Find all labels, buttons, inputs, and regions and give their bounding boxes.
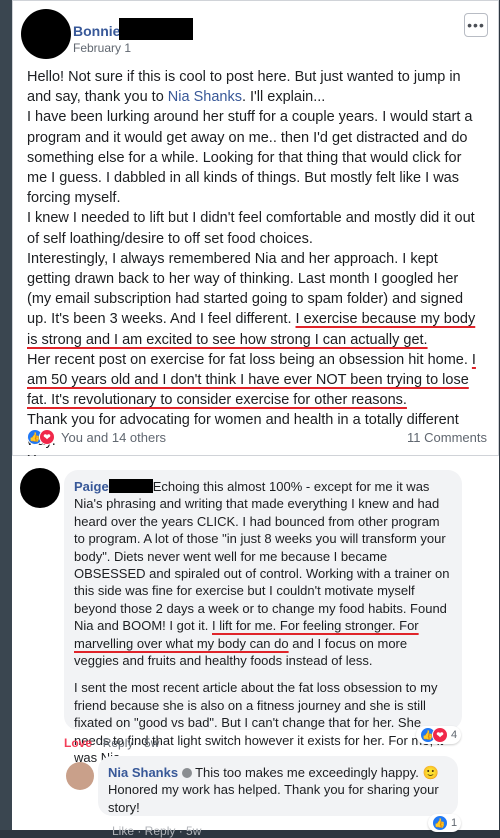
love-reaction-icon: ❤ bbox=[432, 727, 448, 743]
post-paragraph: I have been lurking around her stuff for… bbox=[27, 109, 473, 207]
reply-reaction-count: 1 bbox=[451, 817, 458, 829]
more-options-icon: ••• bbox=[467, 17, 485, 33]
post-stats-bar: 👍 ❤ You and 14 others 11 Comments bbox=[27, 429, 487, 445]
reactions-count: You and 14 others bbox=[61, 429, 167, 445]
post-paragraph: Interestingly, I always remembered Nia a… bbox=[27, 250, 476, 348]
post-body: Hello! Not sure if this is cool to post … bbox=[27, 67, 483, 471]
comment-bubble: Paige Echoing this almost 100% - except f… bbox=[64, 470, 462, 765]
post-card: Bonnie February 1 ••• Hello! Not sure if… bbox=[12, 0, 499, 469]
comments-section: Paige Echoing this almost 100% - except f… bbox=[12, 456, 499, 838]
mention-link[interactable]: Nia Shanks bbox=[168, 89, 242, 105]
post-author-name[interactable]: Bonnie bbox=[73, 23, 120, 39]
comment-actions: Love · Reply · 5w bbox=[64, 736, 160, 750]
reply-text: Nia Shanks This too makes me exceedingly… bbox=[108, 765, 439, 815]
post-paragraph: Hello! Not sure if this is cool to post … bbox=[27, 69, 461, 106]
comment-author-avatar[interactable] bbox=[20, 468, 60, 508]
post-date[interactable]: February 1 bbox=[73, 41, 131, 55]
comment-text: Paige Echoing this almost 100% - except f… bbox=[74, 478, 454, 767]
comment-reactions[interactable]: 👍 ❤ 4 bbox=[416, 726, 462, 744]
reply-reactions[interactable]: 👍 1 bbox=[428, 814, 462, 832]
post-author-avatar[interactable] bbox=[21, 9, 71, 59]
post-paragraph: Her recent post on exercise for fat loss… bbox=[27, 351, 476, 409]
love-action[interactable]: Love bbox=[64, 736, 92, 750]
reply-author-avatar[interactable] bbox=[66, 762, 94, 790]
name-redaction bbox=[119, 18, 193, 40]
reply-bubble: Nia Shanks This too makes me exceedingly… bbox=[98, 756, 458, 816]
verified-badge-icon bbox=[181, 768, 192, 778]
reactions-summary[interactable]: 👍 ❤ You and 14 others bbox=[27, 429, 166, 445]
reply-actions: Like · Reply · 5w bbox=[112, 824, 202, 838]
post-paragraph: I knew I needed to lift but I didn't fee… bbox=[27, 210, 475, 247]
comment-reaction-count: 4 bbox=[451, 729, 458, 741]
reply-action[interactable]: Reply bbox=[103, 736, 134, 750]
comments-count[interactable]: 11 Comments bbox=[407, 430, 487, 445]
more-options-button[interactable]: ••• bbox=[464, 13, 488, 37]
love-reaction-icon: ❤ bbox=[39, 429, 55, 445]
comment-author-name[interactable]: Paige bbox=[74, 479, 109, 494]
reply-author-name[interactable]: Nia Shanks bbox=[108, 765, 178, 780]
comment-paragraph: I sent the most recent article about the… bbox=[74, 680, 444, 766]
comment-time[interactable]: 5w bbox=[144, 736, 159, 750]
name-redaction bbox=[108, 479, 153, 493]
like-reaction-icon: 👍 bbox=[432, 815, 448, 831]
